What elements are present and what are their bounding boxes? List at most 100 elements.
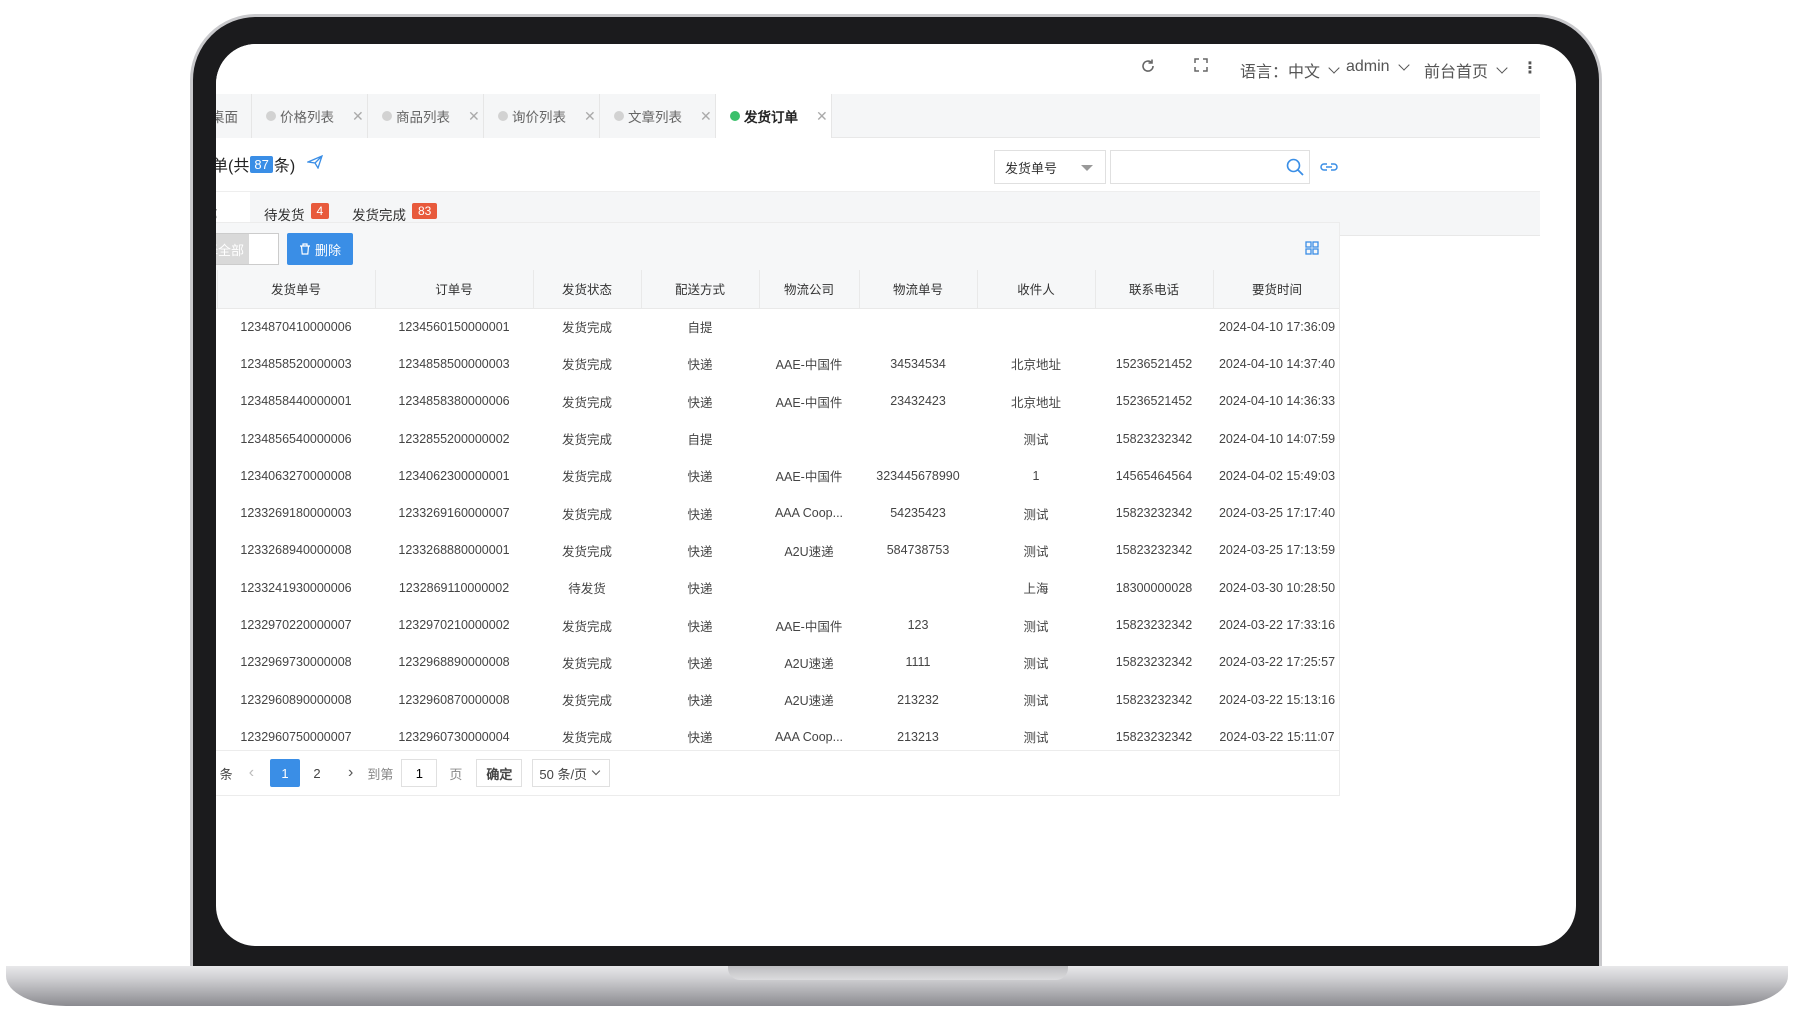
column-header[interactable]: 物流公司: [759, 270, 860, 309]
table-cell: 发货完成: [561, 470, 612, 485]
column-header[interactable]: 发货状态: [533, 270, 642, 309]
table-row[interactable]: 1233269180000003 1233269160000007 发货完成 快递 AA…: [216, 494, 1339, 531]
title-prefix: 发货单(共: [216, 158, 250, 175]
page-button[interactable]: 2: [302, 759, 332, 787]
table-cell: 发货完成: [561, 544, 612, 559]
page-header: 发货单(共 87 条) 发货单号: [216, 138, 1540, 192]
table-row[interactable]: 1234858440000001 1234858380000006 发货完成 快递 AA…: [216, 383, 1339, 420]
table-cell: 1233268940000008: [240, 543, 352, 558]
send-icon[interactable]: [305, 154, 324, 174]
tab-inquiry-list[interactable]: 询价列表 ✕: [484, 94, 600, 138]
table-row[interactable]: 1234063270000008 1234062300000001 发货完成 快递 AA…: [216, 457, 1339, 494]
table-cell: 快递: [687, 395, 713, 410]
table-header-row: 发货单号 订单号 发货状态 配送方式 物流公司 物流单号 收件人 联系电话 要货…: [216, 270, 1339, 309]
table-cell: 北京地址: [1010, 395, 1061, 410]
goto-page-input[interactable]: [401, 759, 438, 787]
column-header[interactable]: 要货时间: [1213, 270, 1339, 309]
search-icon[interactable]: [1286, 158, 1304, 181]
close-icon[interactable]: ✕: [700, 108, 712, 125]
delete-button[interactable]: 删除: [287, 233, 353, 265]
table-cell: 1234858520000003: [240, 356, 352, 371]
tab-product-list[interactable]: 商品列表 ✕: [368, 94, 484, 138]
table-cell: 测试: [1023, 619, 1049, 634]
table-row[interactable]: 1234858520000003 1234858500000003 发货完成 快递 AA…: [216, 345, 1339, 382]
column-settings-icon[interactable]: [1305, 241, 1319, 260]
more-vertical-icon[interactable]: ⋮: [1522, 58, 1538, 78]
column-header[interactable]: 收件人: [977, 270, 1096, 309]
confirm-button[interactable]: 确定: [476, 759, 523, 787]
table-cell: 2024-03-22 15:13:16: [1218, 692, 1336, 707]
select-all-toggle[interactable]: 选择全部: [216, 233, 279, 265]
table-cell: 快递: [687, 731, 713, 746]
column-header[interactable]: 配送方式: [641, 270, 760, 309]
table-cell: 快递: [687, 694, 713, 709]
table-cell: 1232968890000008: [398, 655, 510, 670]
tab-label: 文章列表: [628, 110, 682, 125]
table-cell: 快递: [687, 619, 713, 634]
table-cell: 213232: [897, 692, 939, 707]
table-cell: 1234870410000006: [240, 319, 352, 334]
table-row[interactable]: 1233268940000008 1233268880000001 发货完成 快递 A2…: [216, 532, 1339, 569]
tab-price-list[interactable]: 价格列表 ✕: [252, 94, 368, 138]
table-row[interactable]: 1232960890000008 1232960870000008 发货完成 快递 A2…: [216, 681, 1339, 718]
tab-label: 商品列表: [396, 110, 450, 125]
tab-my-desktop[interactable]: 我的桌面: [216, 94, 252, 138]
table-cell: 2024-03-25 17:17:40: [1218, 506, 1336, 521]
frontend-home-dropdown[interactable]: 前台首页: [1424, 58, 1508, 82]
column-header[interactable]: 订单号: [375, 270, 534, 309]
close-icon[interactable]: ✕: [584, 108, 596, 125]
chevron-left-icon[interactable]: ‹: [249, 764, 254, 782]
tab-shipping-orders[interactable]: 发货订单 ✕: [716, 94, 832, 138]
table-row[interactable]: 1232969730000008 1232968890000008 发货完成 快递 A2…: [216, 644, 1339, 681]
table-cell: 2024-03-22 17:25:57: [1218, 655, 1336, 670]
page-title: 发货单(共 87 条): [216, 152, 324, 176]
table-row[interactable]: 1234856540000006 1232855200000002 发货完成 自提 测试…: [216, 420, 1339, 457]
link-icon[interactable]: [1320, 160, 1338, 178]
table-row[interactable]: 1233241930000006 1232869110000002 待发货 快递 上海 1…: [216, 569, 1339, 606]
table-row[interactable]: 1232970220000007 1232970210000002 发货完成 快递 AA…: [216, 606, 1339, 643]
table-cell: 测试: [1023, 507, 1049, 522]
search-input[interactable]: [1110, 150, 1310, 184]
tab-article-list[interactable]: 文章列表 ✕: [600, 94, 716, 138]
tab-status-dot: [498, 111, 508, 121]
table-cell: 北京地址: [1010, 358, 1061, 373]
delete-label: 删除: [314, 242, 341, 258]
close-icon[interactable]: ✕: [816, 108, 828, 125]
toggle-switch[interactable]: [248, 234, 278, 264]
goto-label: 到第: [367, 766, 394, 782]
table-cell: 1232969730000008: [240, 655, 352, 670]
chevron-down-icon: [592, 766, 601, 776]
table-cell: 15823232342: [1115, 729, 1193, 744]
table-cell: 23432423: [890, 394, 946, 409]
table-cell: 584738753: [886, 543, 950, 558]
tab-status-dot: [614, 111, 624, 121]
count-badge: 83: [412, 203, 438, 219]
close-icon[interactable]: ✕: [352, 108, 364, 125]
table-cell: 1232960750000007: [240, 729, 352, 744]
page-size-select[interactable]: 50 条/页: [532, 759, 611, 787]
table-row[interactable]: 1232960750000007 1232960730000004 发货完成 快递 AA…: [216, 718, 1339, 750]
fullscreen-icon[interactable]: [1194, 58, 1208, 72]
close-icon[interactable]: ✕: [468, 108, 480, 125]
table-cell: 54235423: [890, 506, 946, 521]
table-cell: 测试: [1023, 544, 1049, 559]
tab-status-dot: [382, 111, 392, 121]
refresh-icon[interactable]: [1140, 58, 1156, 74]
table-cell: 15823232342: [1115, 431, 1193, 446]
language-dropdown[interactable]: 语言：中文: [1240, 58, 1340, 82]
table-cell: 发货完成: [561, 619, 612, 634]
table-cell: 1232970220000007: [240, 618, 352, 633]
search-field-select[interactable]: 发货单号: [994, 150, 1106, 184]
table-row[interactable]: 1234870410000006 1234560150000001 发货完成 自提 20…: [216, 308, 1339, 345]
column-header[interactable]: 联系电话: [1095, 270, 1214, 309]
table-cell: [1095, 308, 1213, 345]
tab-bar: 我的桌面 价格列表 ✕ 商品列表 ✕ 询价列表 ✕ 文章列表 ✕: [216, 94, 1540, 138]
chevron-right-icon[interactable]: ›: [348, 764, 353, 782]
table-cell: 1232855200000002: [398, 431, 510, 446]
column-header[interactable]: 物流单号: [859, 270, 978, 309]
page-button[interactable]: 1: [270, 759, 301, 787]
column-header[interactable]: 发货单号: [217, 270, 376, 309]
user-dropdown[interactable]: admin: [1346, 58, 1410, 76]
table-cell: [759, 420, 859, 457]
status-tab-label: 发货完成: [352, 208, 406, 223]
